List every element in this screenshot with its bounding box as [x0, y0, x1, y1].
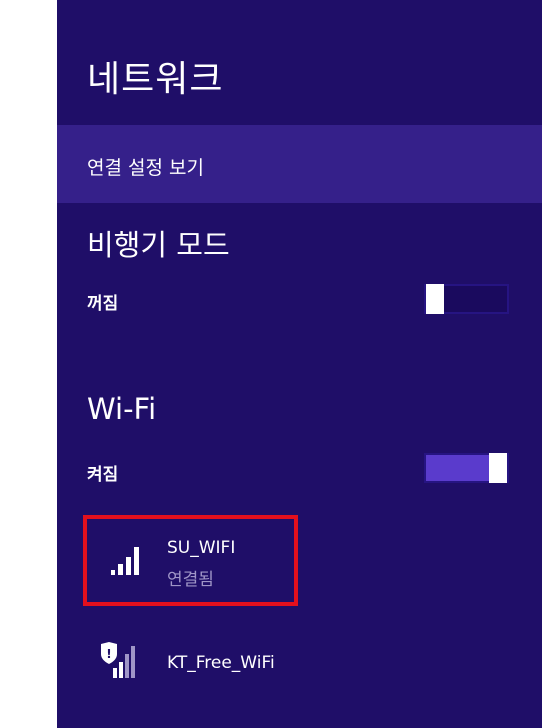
network-panel: 네트워크 연결 설정 보기 비행기 모드 꺼짐 Wi-Fi 켜짐 SU_WIFI… [57, 0, 542, 728]
wifi-state: 켜짐 [87, 465, 119, 485]
airplane-mode-toggle[interactable] [424, 284, 509, 314]
wifi-toggle[interactable] [424, 453, 509, 483]
network-item-kt-free-wifi[interactable]: ! KT_Free_WiFi [83, 630, 293, 714]
wifi-toggle-fill [426, 455, 489, 481]
airplane-mode-state: 꺼짐 [87, 294, 119, 314]
network-item-su-wifi[interactable]: SU_WIFI 연결됨 [83, 520, 293, 604]
svg-text:!: ! [106, 647, 111, 661]
airplane-mode-toggle-knob[interactable] [426, 284, 444, 314]
wifi-title: Wi-Fi [87, 392, 157, 426]
airplane-mode-title: 비행기 모드 [87, 228, 230, 262]
network-name: SU_WIFI [167, 538, 236, 558]
wifi-signal-icon [111, 547, 139, 575]
network-status: 연결됨 [167, 570, 214, 590]
panel-title: 네트워크 [87, 59, 224, 100]
network-name: KT_Free_WiFi [167, 653, 275, 673]
view-connection-settings-link[interactable]: 연결 설정 보기 [57, 125, 542, 203]
wifi-toggle-knob[interactable] [489, 453, 507, 483]
view-connection-settings-label: 연결 설정 보기 [87, 157, 204, 179]
wifi-shield-signal-icon: ! [101, 642, 135, 678]
